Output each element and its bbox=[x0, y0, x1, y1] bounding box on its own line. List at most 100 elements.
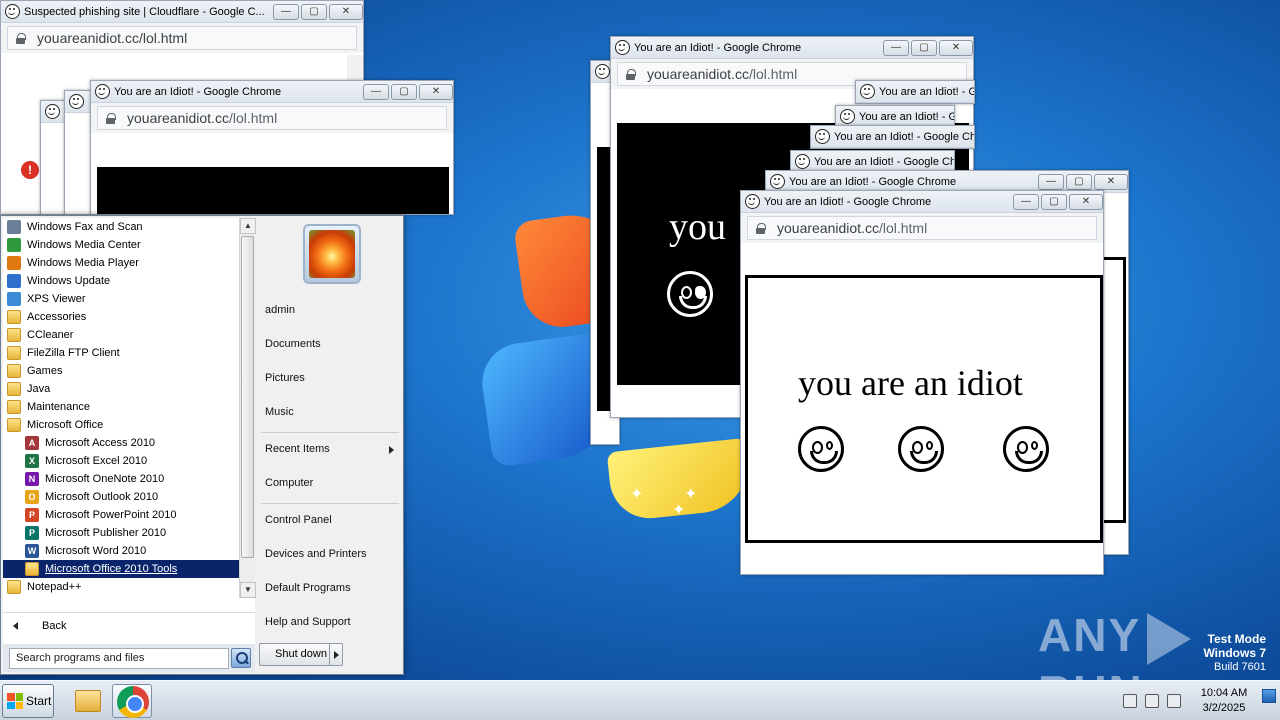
title-bar[interactable]: You are an Idiot! - Google Chrome — ▢ ✕ bbox=[611, 37, 973, 59]
maximize-button[interactable]: ▢ bbox=[1066, 173, 1092, 190]
office-program-item[interactable]: A Microsoft Access 2010 bbox=[3, 434, 239, 452]
idiot-popup-window[interactable]: You are an Idiot! - G bbox=[855, 80, 975, 104]
program-item-office-tools-selected[interactable]: Microsoft Office 2010 Tools bbox=[3, 560, 239, 578]
idiot-popup-window-front[interactable]: You are an Idiot! - Google Chrome — ▢ ✕ yo… bbox=[740, 190, 1104, 575]
maximize-button[interactable]: ▢ bbox=[911, 39, 937, 56]
office-program-item[interactable]: P Microsoft Publisher 2010 bbox=[3, 524, 239, 542]
office-program-item[interactable]: X Microsoft Excel 2010 bbox=[3, 452, 239, 470]
maximize-button[interactable]: ▢ bbox=[1041, 193, 1067, 210]
chrome-icon bbox=[117, 686, 149, 718]
start-item-control-panel[interactable]: Control Panel bbox=[265, 514, 332, 526]
start-item-music[interactable]: Music bbox=[265, 406, 294, 418]
program-item[interactable]: CCleaner bbox=[3, 326, 239, 344]
smiley-favicon-icon bbox=[5, 4, 20, 19]
action-center-flag-icon[interactable] bbox=[1123, 694, 1137, 708]
program-item[interactable]: FileZilla FTP Client bbox=[3, 344, 239, 362]
network-icon[interactable] bbox=[1145, 694, 1159, 708]
address-bar[interactable]: youareanidiot.cc/lol.html bbox=[1, 23, 363, 53]
program-item[interactable]: Microsoft Office bbox=[3, 416, 239, 434]
smiley-face-icon bbox=[667, 271, 713, 317]
minimize-button[interactable]: — bbox=[273, 3, 299, 20]
scroll-up-arrow-icon[interactable]: ▲ bbox=[240, 218, 256, 234]
folder-icon bbox=[7, 580, 21, 594]
taskbar-explorer-button[interactable] bbox=[66, 684, 106, 718]
title-bar[interactable]: You are an Idiot! - Google Chrome — ▢ ✕ bbox=[91, 81, 453, 103]
clock[interactable]: 10:04 AM 3/2/2025 bbox=[1189, 686, 1259, 716]
smiley-favicon-icon bbox=[595, 64, 610, 79]
close-button[interactable]: ✕ bbox=[939, 39, 973, 56]
taskbar: Start 10:04 AM 3/2/2025 bbox=[0, 680, 1280, 720]
start-item-recent-items[interactable]: Recent Items bbox=[265, 443, 401, 455]
close-button[interactable]: ✕ bbox=[329, 3, 363, 20]
programs-scrollbar[interactable]: ▲ ▼ bbox=[239, 218, 256, 598]
program-item[interactable]: Accessories bbox=[3, 308, 239, 326]
window-title: You are an Idiot! - Google Chrome bbox=[634, 41, 802, 54]
minimize-button[interactable]: — bbox=[883, 39, 909, 56]
address-bar[interactable]: youareanidiot.cc/lol.html bbox=[741, 213, 1103, 243]
title-bar[interactable]: You are an Idiot! - Google Chrome — ▢ ✕ bbox=[741, 191, 1103, 213]
minimize-button[interactable]: — bbox=[363, 83, 389, 100]
programs-list[interactable]: Windows Fax and Scan Windows Media Center… bbox=[3, 218, 239, 598]
shut-down-options-arrow-icon[interactable] bbox=[329, 644, 343, 665]
smiley-favicon-icon bbox=[815, 129, 830, 144]
search-programs-input[interactable]: Search programs and files bbox=[9, 647, 229, 669]
program-item[interactable]: Windows Media Center bbox=[3, 236, 239, 254]
scroll-down-arrow-icon[interactable]: ▼ bbox=[240, 582, 256, 598]
media-player-icon bbox=[7, 256, 21, 270]
maximize-button[interactable]: ▢ bbox=[391, 83, 417, 100]
program-item[interactable]: Windows Media Player bbox=[3, 254, 239, 272]
start-item-user[interactable]: admin bbox=[265, 304, 295, 316]
address-bar[interactable]: youareanidiot.cc/lol.html bbox=[91, 103, 453, 133]
program-item[interactable]: Java bbox=[3, 380, 239, 398]
program-item[interactable]: Maintenance bbox=[3, 398, 239, 416]
windows-update-icon bbox=[7, 274, 21, 288]
back-button[interactable]: Back bbox=[3, 612, 255, 638]
taskbar-chrome-button[interactable] bbox=[112, 684, 152, 718]
smiley-favicon-icon bbox=[795, 154, 810, 169]
minimize-button[interactable]: — bbox=[1038, 173, 1064, 190]
program-item[interactable]: Games bbox=[3, 362, 239, 380]
program-item[interactable]: Windows Update bbox=[3, 272, 239, 290]
programs-pane: Windows Fax and Scan Windows Media Center… bbox=[3, 218, 256, 672]
start-item-documents[interactable]: Documents bbox=[265, 338, 321, 350]
idiot-popup-window[interactable]: You are an Idiot! - Google Chrome — ▢ ✕ yo… bbox=[90, 80, 454, 215]
close-button[interactable]: ✕ bbox=[1069, 193, 1103, 210]
office-program-item[interactable]: N Microsoft OneNote 2010 bbox=[3, 470, 239, 488]
show-desktop-button[interactable] bbox=[1262, 689, 1276, 703]
windows-flag-icon bbox=[7, 693, 23, 709]
program-item[interactable]: Notepad++ bbox=[3, 578, 239, 596]
start-item-help-support[interactable]: Help and Support bbox=[265, 616, 351, 628]
title-bar[interactable]: Suspected phishing site | Cloudflare - G… bbox=[1, 1, 363, 23]
office-app-icon: A bbox=[25, 436, 39, 450]
scroll-thumb[interactable] bbox=[241, 236, 254, 558]
maximize-button[interactable]: ▢ bbox=[301, 3, 327, 20]
close-button[interactable]: ✕ bbox=[419, 83, 453, 100]
start-button[interactable]: Start bbox=[2, 684, 54, 718]
start-item-computer[interactable]: Computer bbox=[265, 477, 313, 489]
office-program-item[interactable]: O Microsoft Outlook 2010 bbox=[3, 488, 239, 506]
search-icon[interactable] bbox=[231, 648, 251, 668]
program-item[interactable]: XPS Viewer bbox=[3, 290, 239, 308]
office-app-icon: N bbox=[25, 472, 39, 486]
user-avatar[interactable] bbox=[303, 224, 361, 284]
office-app-icon: W bbox=[25, 544, 39, 558]
smiley-favicon-icon bbox=[860, 84, 875, 99]
program-item[interactable]: Windows Fax and Scan bbox=[3, 218, 239, 236]
lock-icon bbox=[626, 68, 636, 80]
start-menu[interactable]: Windows Fax and Scan Windows Media Center… bbox=[0, 215, 404, 675]
idiot-text: you bbox=[669, 206, 726, 248]
start-item-default-programs[interactable]: Default Programs bbox=[265, 582, 351, 594]
page-content: you are an idiot bbox=[745, 275, 1103, 543]
idiot-popup-window[interactable]: You are an Idiot! - Google Ch bbox=[810, 125, 975, 149]
fax-icon bbox=[7, 220, 21, 234]
url-text: youareanidiot.cc/lol.html bbox=[37, 30, 188, 46]
smiley-favicon-icon bbox=[840, 109, 855, 124]
start-item-pictures[interactable]: Pictures bbox=[265, 372, 305, 384]
start-item-devices-printers[interactable]: Devices and Printers bbox=[265, 548, 367, 560]
office-program-item[interactable]: P Microsoft PowerPoint 2010 bbox=[3, 506, 239, 524]
smiley-favicon-icon bbox=[69, 94, 84, 109]
office-program-item[interactable]: W Microsoft Word 2010 bbox=[3, 542, 239, 560]
volume-icon[interactable] bbox=[1167, 694, 1181, 708]
close-button[interactable]: ✕ bbox=[1094, 173, 1128, 190]
minimize-button[interactable]: — bbox=[1013, 193, 1039, 210]
